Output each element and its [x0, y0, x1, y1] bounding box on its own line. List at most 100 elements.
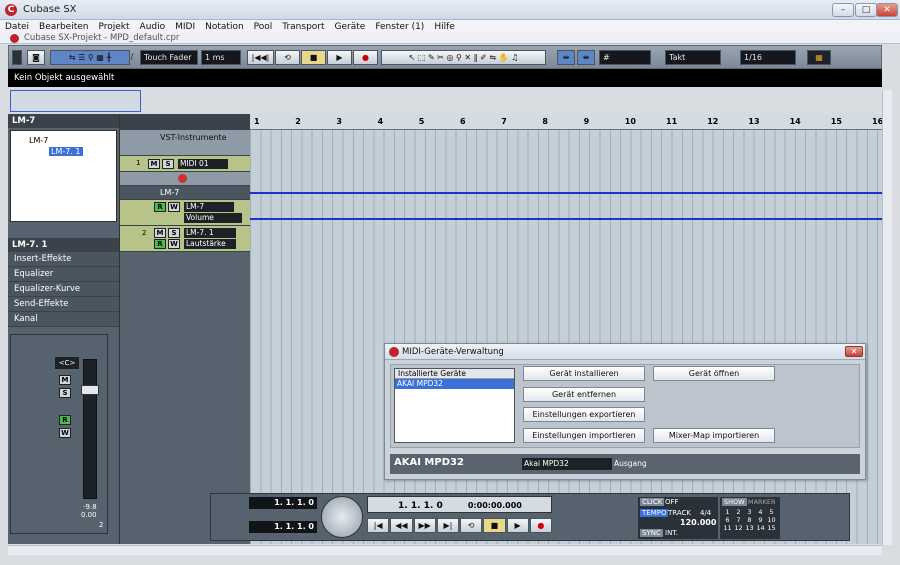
menu-audio[interactable]: Audio [135, 22, 171, 32]
menu-midi[interactable]: MIDI [170, 22, 200, 32]
inspector-device-header[interactable]: LM-7 [8, 114, 119, 128]
lm7-1-write-button[interactable]: W [168, 239, 180, 249]
jog-shuttle-wheel[interactable] [321, 496, 363, 538]
inspector-section-insert[interactable]: Insert-Effekte [8, 252, 119, 267]
transport-end-button[interactable]: ▶| [436, 518, 459, 533]
folder-track-lm7[interactable]: LM-7 [120, 186, 250, 200]
color-palette-button[interactable]: ▦ [807, 50, 831, 65]
transport-cycle-button[interactable]: ⟲ [460, 518, 483, 533]
menu-transport[interactable]: Transport [277, 22, 329, 32]
pan-display[interactable]: <C> [55, 357, 79, 369]
remove-device-button[interactable]: Gerät entfernen [523, 387, 645, 402]
midi-solo-button[interactable]: S [162, 159, 174, 169]
horizontal-scrollbar[interactable] [8, 545, 882, 555]
dialog-close-button[interactable]: ✕ [845, 346, 863, 357]
lm7-param-name[interactable]: Volume [184, 213, 242, 223]
go-to-start-button[interactable]: |◀◀| [247, 50, 274, 65]
install-device-button[interactable]: Gerät installieren [523, 366, 645, 381]
edit-tools-group[interactable]: ↖ ⬚ ✎ ✂ ◎ ⚲ ✕ ‖ ✐ ⇋ ✋ ♫ [381, 50, 546, 65]
marker-button-9[interactable]: 9 [755, 516, 766, 524]
open-device-button[interactable]: Gerät öffnen [653, 366, 775, 381]
marker-button-10[interactable]: 10 [766, 516, 777, 524]
transport-start-button[interactable]: |◀ [367, 518, 390, 533]
tempo-label[interactable]: TEMPO [640, 509, 669, 517]
lm7-1-read-button[interactable]: R [154, 239, 166, 249]
lm7-1-mute-button[interactable]: M [154, 228, 166, 238]
play-button[interactable]: ▶ [327, 50, 352, 65]
midi-track[interactable]: 1 M S MIDI 01 [120, 156, 250, 172]
vertical-scrollbar[interactable] [882, 90, 892, 545]
close-button[interactable]: ✕ [876, 3, 898, 17]
menu-datei[interactable]: Datei [0, 22, 34, 32]
show-label[interactable]: SHOW [722, 498, 747, 506]
lm7-track-name[interactable]: LM-7 [184, 202, 234, 212]
midi-mute-button[interactable]: M [148, 159, 160, 169]
record-enable-icon[interactable] [178, 174, 187, 183]
quantize-grid-select[interactable]: Takt [665, 50, 721, 65]
folder-track-vst[interactable]: VST-Instrumente [120, 130, 250, 156]
solo-button[interactable]: S [59, 388, 71, 398]
arrange-area[interactable] [250, 130, 882, 544]
menu-bearbeiten[interactable]: Bearbeiten [34, 22, 93, 32]
mute-button[interactable]: M [59, 375, 71, 385]
tree-item-lm7-1[interactable]: LM-7. 1 [49, 147, 83, 156]
view-toggle-group[interactable]: ⇆ ☰ ⚲ ▦ ╫ [50, 50, 130, 65]
export-settings-button[interactable]: Einstellungen exportieren [523, 407, 645, 422]
stop-button[interactable]: ■ [301, 50, 326, 65]
activate-project-button[interactable] [12, 50, 22, 65]
automation-line-volume[interactable] [250, 192, 882, 194]
marker-button-8[interactable]: 8 [744, 516, 755, 524]
menu-pool[interactable]: Pool [249, 22, 278, 32]
snap-button[interactable]: ⇹ [557, 50, 575, 65]
device-list-item[interactable]: AKAI MPD32 [395, 379, 514, 389]
marker-button-3[interactable]: 3 [744, 508, 755, 516]
marker-button-2[interactable]: 2 [733, 508, 744, 516]
marker-button-15[interactable]: 15 [766, 524, 777, 532]
volume-fader-handle[interactable] [81, 385, 99, 395]
automation-mode-select[interactable]: Touch Fader [140, 50, 198, 65]
quantize-value-select[interactable]: 1/16 [740, 50, 796, 65]
overview-line[interactable] [10, 90, 141, 112]
lm7-1-track-name[interactable]: LM-7. 1 [184, 228, 236, 238]
marker-button-14[interactable]: 14 [755, 524, 766, 532]
snap-to-zero-button[interactable]: ⇼ [577, 50, 595, 65]
transport-record-button[interactable]: ● [529, 518, 552, 533]
transport-play-button[interactable]: ▶ [506, 518, 529, 533]
marker-button-1[interactable]: 1 [722, 508, 733, 516]
marker-button-11[interactable]: 11 [722, 524, 733, 532]
inspector-section-kanal[interactable]: Kanal [8, 312, 119, 327]
lm7-track[interactable]: R W LM-7 Volume [120, 200, 250, 226]
tree-item-lm7[interactable]: LM-7 [29, 136, 48, 145]
write-button[interactable]: W [59, 428, 71, 438]
menu-geraete[interactable]: Geräte [330, 22, 371, 32]
lm7-read-button[interactable]: R [154, 202, 166, 212]
click-label[interactable]: CLICK [640, 498, 665, 506]
latency-select[interactable]: 1 ms [201, 50, 241, 65]
left-locator-display[interactable]: 1. 1. 1. 0 [249, 497, 317, 509]
menu-notation[interactable]: Notation [200, 22, 249, 32]
inspector-section-eq-curve[interactable]: Equalizer-Kurve [8, 282, 119, 297]
read-button[interactable]: R [59, 415, 71, 425]
position-display[interactable]: 1. 1. 1. 0 0:00:00.000 [367, 496, 552, 513]
transport-forward-button[interactable]: ▶▶ [413, 518, 436, 533]
sync-label[interactable]: SYNC [640, 529, 663, 537]
import-mixer-map-button[interactable]: Mixer-Map importieren [653, 428, 775, 443]
lm7-1-param-name[interactable]: Lautstärke [184, 239, 236, 249]
marker-button-13[interactable]: 13 [744, 524, 755, 532]
import-settings-button[interactable]: Einstellungen importieren [523, 428, 645, 443]
menu-projekt[interactable]: Projekt [93, 22, 134, 32]
transport-rewind-button[interactable]: ◀◀ [390, 518, 413, 533]
cycle-button[interactable]: ⟲ [275, 50, 300, 65]
inspector-section-send[interactable]: Send-Effekte [8, 297, 119, 312]
marker-button-7[interactable]: 7 [733, 516, 744, 524]
lm7-write-button[interactable]: W [168, 202, 180, 212]
menu-fenster[interactable]: Fenster (1) [370, 22, 429, 32]
output-select[interactable]: Akai MPD32 [522, 458, 612, 470]
marker-button-4[interactable]: 4 [755, 508, 766, 516]
lm7-1-solo-button[interactable]: S [168, 228, 180, 238]
inspector-track-header[interactable]: LM-7. 1 [8, 238, 119, 252]
maximize-button[interactable]: □ [855, 3, 877, 17]
installed-devices-list[interactable]: Installierte Geräte AKAI MPD32 [394, 368, 515, 443]
inspector-section-equalizer[interactable]: Equalizer [8, 267, 119, 282]
minimize-button[interactable]: – [832, 3, 854, 17]
